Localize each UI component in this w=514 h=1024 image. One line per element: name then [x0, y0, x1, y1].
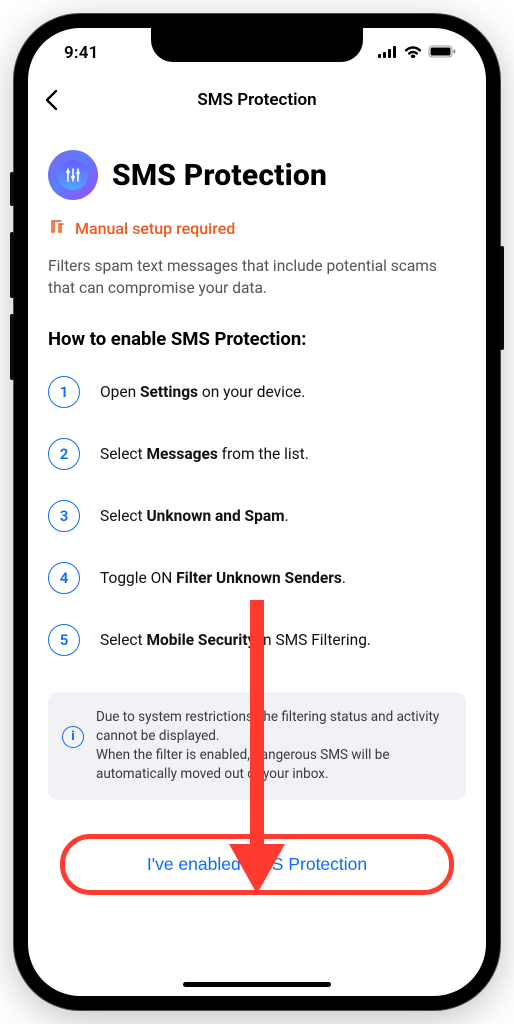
cta-container: I've enabled SMS Protection: [48, 842, 466, 887]
home-indicator: [183, 982, 331, 987]
steps-list: 1 Open Settings on your device. 2 Select Me…: [48, 376, 466, 656]
info-icon: i: [62, 726, 84, 748]
battery-icon: [428, 43, 456, 63]
cellular-icon: [378, 43, 398, 63]
warning-banner: Manual setup required: [48, 218, 466, 239]
step-text: Toggle ON Filter Unknown Senders.: [100, 569, 346, 587]
step-text: Select Messages from the list.: [100, 445, 309, 463]
howto-title: How to enable SMS Protection:: [48, 328, 466, 350]
step: 5 Select Mobile Security in SMS Filtering…: [48, 624, 466, 656]
hero-header: SMS Protection: [48, 150, 466, 200]
step-number: 5: [48, 624, 80, 656]
warning-text: Manual setup required: [75, 219, 235, 238]
wifi-icon: [404, 43, 422, 63]
step: 1 Open Settings on your device.: [48, 376, 466, 408]
step-number: 1: [48, 376, 80, 408]
hero-title: SMS Protection: [112, 158, 327, 193]
description-text: Filters spam text messages that include …: [48, 255, 466, 300]
step: 3 Select Unknown and Spam.: [48, 500, 466, 532]
step: 2 Select Messages from the list.: [48, 438, 466, 470]
power-button: [500, 246, 504, 350]
device-frame: 9:41 SMS Protection: [14, 14, 500, 1010]
notch: [151, 28, 363, 62]
side-button: [10, 172, 14, 206]
info-text: Due to system restrictions, the filterin…: [96, 708, 452, 784]
step-number: 2: [48, 438, 80, 470]
enabled-confirmation-button[interactable]: I've enabled SMS Protection: [145, 842, 369, 887]
tools-icon: [48, 218, 65, 239]
sms-protection-icon: [48, 150, 98, 200]
step: 4 Toggle ON Filter Unknown Senders.: [48, 562, 466, 594]
step-text: Open Settings on your device.: [100, 383, 305, 401]
step-text: Select Mobile Security in SMS Filtering.: [100, 631, 371, 649]
info-box: i Due to system restrictions, the filter…: [48, 692, 466, 800]
step-number: 3: [48, 500, 80, 532]
volume-up-button: [10, 232, 14, 298]
step-number: 4: [48, 562, 80, 594]
navigation-bar: SMS Protection: [28, 78, 486, 122]
volume-down-button: [10, 314, 14, 380]
chevron-left-icon: [44, 89, 58, 111]
back-button[interactable]: [44, 89, 58, 111]
step-text: Select Unknown and Spam.: [100, 507, 289, 525]
screen: 9:41 SMS Protection: [28, 28, 486, 996]
content-area: SMS Protection Manual setup required Fil…: [28, 122, 486, 996]
page-title: SMS Protection: [28, 90, 486, 110]
status-time: 9:41: [64, 43, 99, 63]
